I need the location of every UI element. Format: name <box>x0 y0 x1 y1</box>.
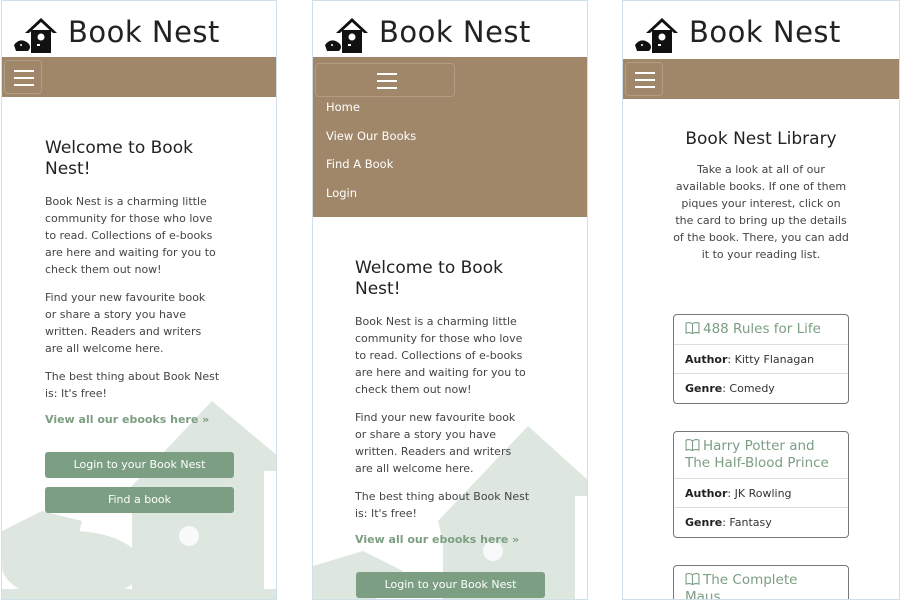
login-button[interactable]: Login to your Book Nest <box>356 572 545 598</box>
library-screen: Book Nest Book Nest Library Take a look … <box>622 0 900 600</box>
book-card-title[interactable]: 488 Rules for Life <box>674 315 848 345</box>
book-genre: Comedy <box>729 382 775 395</box>
navbar <box>2 57 276 97</box>
library-description: Take a look at all of our available book… <box>673 163 849 261</box>
book-genre: Fantasy <box>729 516 772 529</box>
community-paragraph: Find your new favourite book or share a … <box>355 411 516 475</box>
intro-paragraph: Book Nest is a charming little community… <box>355 315 526 396</box>
book-card-title[interactable]: Harry Potter and The Half-Blood Prince <box>674 432 848 479</box>
navbar <box>623 59 899 99</box>
book-author-row: Author: JK Rowling <box>674 479 848 508</box>
nav-toggle-button[interactable] <box>625 62 663 96</box>
book-title: The Complete Maus <box>685 572 798 600</box>
birdhouse-logo-icon[interactable] <box>633 15 679 55</box>
book-card[interactable]: Harry Potter and The Half-Blood Prince A… <box>673 431 849 538</box>
book-card[interactable]: The Complete Maus <box>673 565 849 600</box>
book-card-title[interactable]: The Complete Maus <box>674 566 848 600</box>
find-book-button[interactable]: Find a book <box>45 487 234 513</box>
birdhouse-logo-icon[interactable] <box>12 15 58 55</box>
home-screen-collapsed: Book Nest Welcome to Book Nest! Book Nes… <box>1 0 277 600</box>
welcome-section: Welcome to Book Nest! Book Nest is a cha… <box>355 258 530 546</box>
book-author: JK Rowling <box>734 487 792 500</box>
nav-item-login[interactable]: Login <box>326 183 416 212</box>
free-paragraph: The best thing about Book Nest is: It's … <box>45 370 220 400</box>
community-paragraph: Find your new favourite book or share a … <box>45 291 206 355</box>
book-card[interactable]: 488 Rules for Life Author: Kitty Flanaga… <box>673 314 849 404</box>
birdhouse-logo-icon[interactable] <box>323 15 369 55</box>
navbar-expanded: Home View Our Books Find A Book Login <box>313 57 587 217</box>
site-header: Book Nest <box>313 1 587 57</box>
nav-item-view-books[interactable]: View Our Books <box>326 126 416 155</box>
hamburger-icon <box>635 72 655 88</box>
nav-item-home[interactable]: Home <box>326 97 416 126</box>
genre-label: Genre <box>685 516 723 529</box>
brand-name[interactable]: Book Nest <box>379 15 531 49</box>
genre-label: Genre <box>685 382 723 395</box>
book-author-row: Author: Kitty Flanagan <box>674 345 848 374</box>
site-header: Book Nest <box>2 1 276 57</box>
open-book-icon <box>685 573 700 585</box>
brand-name[interactable]: Book Nest <box>689 15 841 49</box>
library-title: Book Nest Library <box>685 129 837 149</box>
welcome-section: Welcome to Book Nest! Book Nest is a cha… <box>45 138 220 426</box>
hamburger-icon <box>377 73 397 89</box>
welcome-heading: Welcome to Book Nest! <box>45 138 193 179</box>
view-ebooks-link[interactable]: View all our ebooks here » <box>45 413 220 426</box>
book-genre-row: Genre: Comedy <box>685 382 775 395</box>
nav-toggle-button[interactable] <box>315 63 455 97</box>
book-title: Harry Potter and The Half-Blood Prince <box>685 438 829 471</box>
free-paragraph: The best thing about Book Nest is: It's … <box>355 490 530 520</box>
welcome-heading: Welcome to Book Nest! <box>355 258 503 299</box>
hamburger-icon <box>14 70 34 86</box>
home-screen-menu-open: Book Nest Home View Our Books Find A Boo… <box>312 0 588 600</box>
site-header: Book Nest <box>623 1 899 57</box>
author-label: Author <box>685 353 728 366</box>
book-title: 488 Rules for Life <box>703 321 821 337</box>
book-genre-row: Genre: Fantasy <box>685 516 772 529</box>
book-author: Kitty Flanagan <box>734 353 815 366</box>
open-book-icon <box>685 322 700 334</box>
author-label: Author <box>685 487 728 500</box>
view-ebooks-link[interactable]: View all our ebooks here » <box>355 533 530 546</box>
brand-name[interactable]: Book Nest <box>68 15 220 49</box>
nav-menu: Home View Our Books Find A Book Login <box>326 97 416 211</box>
nav-toggle-button[interactable] <box>4 60 42 94</box>
open-book-icon <box>685 439 700 451</box>
intro-paragraph: Book Nest is a charming little community… <box>45 195 216 276</box>
nav-item-find-book[interactable]: Find A Book <box>326 154 416 183</box>
login-button[interactable]: Login to your Book Nest <box>45 452 234 478</box>
